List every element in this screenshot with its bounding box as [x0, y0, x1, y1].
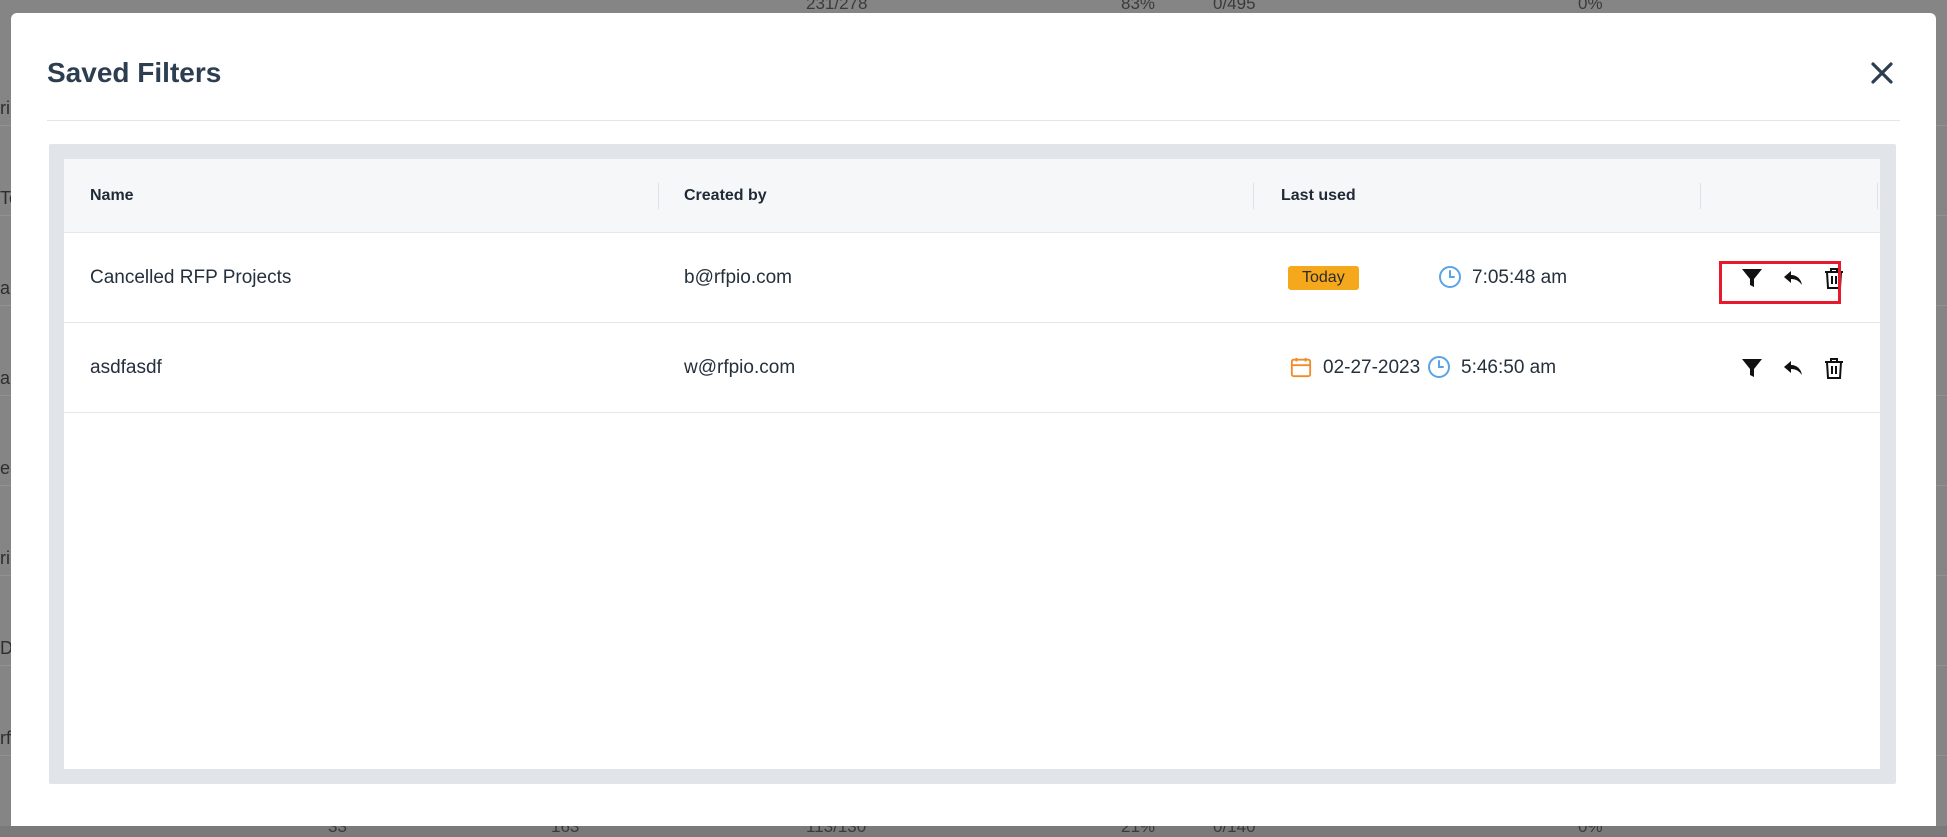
filter-name: asdfasdf — [90, 357, 162, 378]
share-filter-button[interactable] — [1779, 354, 1807, 382]
close-button[interactable] — [1864, 55, 1900, 91]
table-row: asdfasdf w@rfpio.com 02-27-2023 5:46:50 … — [64, 323, 1880, 413]
last-used-time: 7:05:48 am — [1472, 267, 1568, 288]
delete-filter-button[interactable] — [1820, 264, 1848, 292]
delete-filter-button[interactable] — [1820, 354, 1848, 382]
created-by: w@rfpio.com — [684, 357, 796, 378]
column-header-name: Name — [90, 187, 134, 204]
column-header-last-used: Last used — [1281, 187, 1356, 204]
last-used-date: 02-27-2023 — [1323, 357, 1421, 378]
close-icon — [1871, 62, 1893, 84]
reply-icon — [1784, 271, 1802, 285]
filter-icon — [1742, 269, 1762, 287]
last-used-time: 5:46:50 am — [1461, 357, 1557, 378]
table-row: Cancelled RFP Projects b@rfpio.com Today… — [64, 233, 1880, 323]
background-value: 83% — [1121, 0, 1156, 13]
table-header: Name Created by Last used — [64, 159, 1880, 233]
background-value: 231/278 — [806, 0, 868, 13]
last-used-today-badge: Today — [1288, 266, 1359, 290]
column-header-created-by: Created by — [684, 187, 767, 204]
trash-icon — [1825, 268, 1843, 289]
reply-icon — [1784, 361, 1802, 375]
row-actions — [1730, 233, 1860, 322]
background-text-fragment: ri — [0, 98, 10, 118]
calendar-icon — [1290, 356, 1312, 378]
row-actions — [1730, 323, 1860, 412]
saved-filters-panel: Name Created by Last used Cancelled RFP … — [49, 144, 1896, 784]
clock-icon — [1427, 355, 1451, 379]
column-divider — [1700, 183, 1701, 209]
modal-header: Saved Filters — [47, 13, 1900, 121]
background-value: 0% — [1578, 0, 1603, 13]
created-by: b@rfpio.com — [684, 267, 792, 288]
background-text-fragment: rf — [0, 728, 11, 748]
filter-name: Cancelled RFP Projects — [90, 267, 292, 288]
share-filter-button[interactable] — [1779, 264, 1807, 292]
apply-filter-button[interactable] — [1738, 354, 1766, 382]
column-divider — [1253, 183, 1254, 209]
saved-filters-modal: Saved Filters Name Created by Last used … — [11, 13, 1936, 826]
column-divider — [1877, 183, 1878, 209]
saved-filters-table: Name Created by Last used Cancelled RFP … — [64, 159, 1880, 769]
background-value: 0/495 — [1213, 0, 1256, 13]
trash-icon — [1825, 358, 1843, 379]
modal-title: Saved Filters — [47, 57, 222, 88]
clock-icon — [1438, 265, 1462, 289]
background-text-fragment: ri — [0, 548, 10, 568]
apply-filter-button[interactable] — [1738, 264, 1766, 292]
column-divider — [658, 183, 659, 209]
filter-icon — [1742, 359, 1762, 377]
